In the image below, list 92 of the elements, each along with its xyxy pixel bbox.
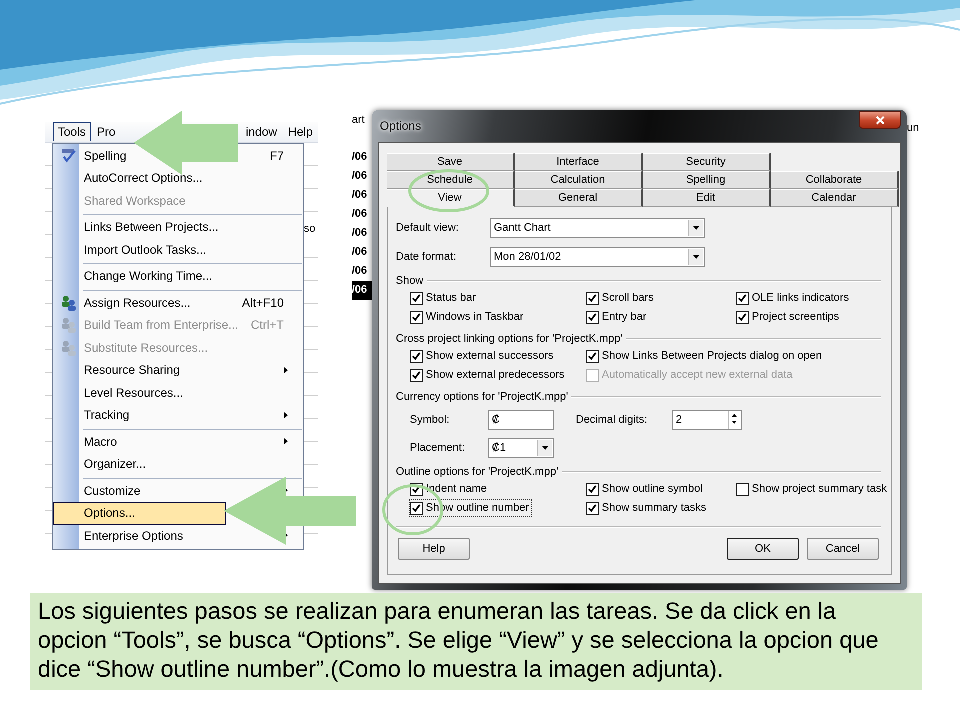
tab[interactable]: Calculation bbox=[515, 171, 643, 189]
field-label: Symbol: bbox=[410, 414, 451, 426]
tab[interactable]: Spelling bbox=[643, 171, 771, 189]
caption-text: Los siguientes pasos se realizan para enumeran las tareas. Se da click en la opcion “Tools”, se busca “Options”. Se elige “View” y se selecciona la opcion que dice “Show outline number”.(Como lo muestra la imagen adjunta). bbox=[30, 593, 922, 690]
table-cell-text: /06 bbox=[352, 245, 368, 260]
table-cell-text: /06 bbox=[352, 169, 368, 184]
checkbox[interactable]: Windows in Taskbar bbox=[410, 309, 526, 325]
dropdown-arrow-icon bbox=[692, 254, 700, 258]
checkmark-icon bbox=[588, 352, 597, 360]
checkbox[interactable]: Show external successors bbox=[410, 348, 556, 364]
checkmark-icon bbox=[738, 294, 747, 302]
table-cell-text: /06 bbox=[352, 264, 368, 279]
menu-item[interactable]: AutoCorrect Options... bbox=[53, 167, 303, 190]
submenu-arrow-icon bbox=[284, 412, 288, 419]
window-title: Options bbox=[380, 119, 422, 133]
table-cell-text: /06 bbox=[352, 207, 368, 222]
menu-bar-item[interactable]: indow bbox=[240, 122, 282, 142]
checkbox[interactable]: Status bar bbox=[410, 290, 478, 306]
section-heading: Show bbox=[396, 271, 881, 290]
dropdown-arrow-icon bbox=[692, 226, 700, 230]
dropdown-field[interactable]: Mon 28/01/02 bbox=[490, 246, 705, 266]
section-heading: Outline options for 'ProjectK.mpp' bbox=[396, 462, 881, 481]
checkbox[interactable]: Show project summary task bbox=[736, 481, 890, 497]
field-label: Default view: bbox=[396, 222, 460, 234]
checkbox[interactable]: Show summary tasks bbox=[586, 500, 709, 516]
close-button[interactable] bbox=[859, 111, 901, 129]
checkbox[interactable]: Entry bar bbox=[586, 309, 649, 325]
checkmark-icon bbox=[738, 312, 747, 322]
tab[interactable]: Edit bbox=[643, 189, 771, 207]
close-icon bbox=[876, 116, 884, 124]
table-cell-text: /06 bbox=[352, 150, 368, 165]
submenu-arrow-icon bbox=[284, 366, 288, 374]
dialog-button[interactable]: Help bbox=[398, 538, 470, 560]
dropdown-field[interactable]: Gantt Chart bbox=[490, 218, 705, 238]
dropdown-arrow-icon bbox=[542, 446, 548, 450]
checkbox[interactable]: Project screentips bbox=[736, 309, 842, 325]
column-header: art bbox=[352, 113, 366, 128]
checkmark-icon bbox=[588, 484, 597, 494]
checkmark-icon bbox=[412, 370, 421, 380]
checkbox[interactable]: Show outline symbol bbox=[586, 481, 705, 497]
checkmark-icon bbox=[412, 312, 421, 322]
people-icon bbox=[61, 317, 77, 334]
spin-field[interactable]: 2 bbox=[672, 410, 742, 430]
section-heading: Cross project linking options for 'ProjectK.mpp' bbox=[396, 329, 881, 348]
dropdown-field[interactable]: ₡1 bbox=[488, 438, 554, 458]
tab[interactable]: View bbox=[387, 189, 515, 207]
menu-item[interactable]: Import Outlook Tasks... bbox=[53, 238, 303, 261]
spellcheck-icon bbox=[61, 148, 77, 164]
table-cell: /06 bbox=[352, 281, 372, 300]
menu-item[interactable]: Resource Sharing bbox=[53, 359, 303, 382]
checkmark-icon bbox=[412, 352, 421, 360]
checkmark-icon bbox=[588, 504, 597, 512]
section-heading: Currency options for 'ProjectK.mpp' bbox=[396, 387, 881, 406]
checkbox[interactable]: Show external predecessors bbox=[410, 367, 567, 383]
menu-bar-item[interactable]: Help bbox=[283, 122, 318, 142]
checkmark-icon bbox=[412, 504, 421, 512]
checkbox[interactable]: OLE links indicators bbox=[736, 290, 852, 306]
people-icon bbox=[61, 294, 77, 311]
field-label: Placement: bbox=[410, 442, 466, 454]
tab[interactable]: Collaborate bbox=[771, 171, 899, 189]
people-icon bbox=[61, 340, 77, 356]
tab[interactable]: Save bbox=[387, 153, 515, 171]
checkmark-icon bbox=[588, 294, 597, 302]
menu-item[interactable]: Organizer... bbox=[53, 453, 303, 476]
menu-item[interactable]: Level Resources... bbox=[53, 382, 303, 404]
input-field[interactable]: ₡ bbox=[488, 410, 554, 430]
menu-item[interactable]: Change Working Time... bbox=[53, 265, 303, 288]
menu-item[interactable]: Options... bbox=[53, 502, 226, 524]
menu-item[interactable]: Spelling F7 bbox=[53, 144, 303, 167]
tab[interactable]: Interface bbox=[515, 153, 643, 171]
table-cell-text: /06 bbox=[352, 226, 368, 241]
checkbox[interactable]: Show Links Between Projects dialog on open bbox=[586, 348, 824, 364]
submenu-arrow-icon bbox=[284, 438, 288, 446]
tab[interactable]: Security bbox=[643, 153, 771, 171]
menu-bar-item[interactable]: Tools bbox=[53, 122, 92, 142]
table-cell-text: /06 bbox=[352, 188, 368, 203]
menu-item[interactable]: Links Between Projects... bbox=[53, 216, 303, 238]
field-label: Decimal digits: bbox=[576, 414, 649, 426]
checkbox[interactable]: Scroll bars bbox=[586, 290, 656, 306]
checkmark-icon bbox=[588, 312, 597, 322]
menu-item[interactable]: Assign Resources... Alt+F10 bbox=[53, 292, 303, 314]
field-label: Date format: bbox=[396, 250, 458, 262]
tab[interactable]: General bbox=[515, 189, 643, 207]
menu-item[interactable]: Macro bbox=[53, 430, 303, 453]
checkmark-icon bbox=[412, 294, 421, 302]
dialog-button[interactable]: Cancel bbox=[807, 538, 879, 560]
menu-item[interactable]: Tracking bbox=[53, 404, 303, 426]
menu-bar-item[interactable]: Pro bbox=[92, 122, 121, 142]
tab[interactable]: Calendar bbox=[771, 189, 899, 207]
menu-item[interactable]: Customize bbox=[53, 480, 303, 502]
background-text: un bbox=[907, 122, 920, 134]
dialog-button[interactable]: OK bbox=[727, 538, 799, 560]
